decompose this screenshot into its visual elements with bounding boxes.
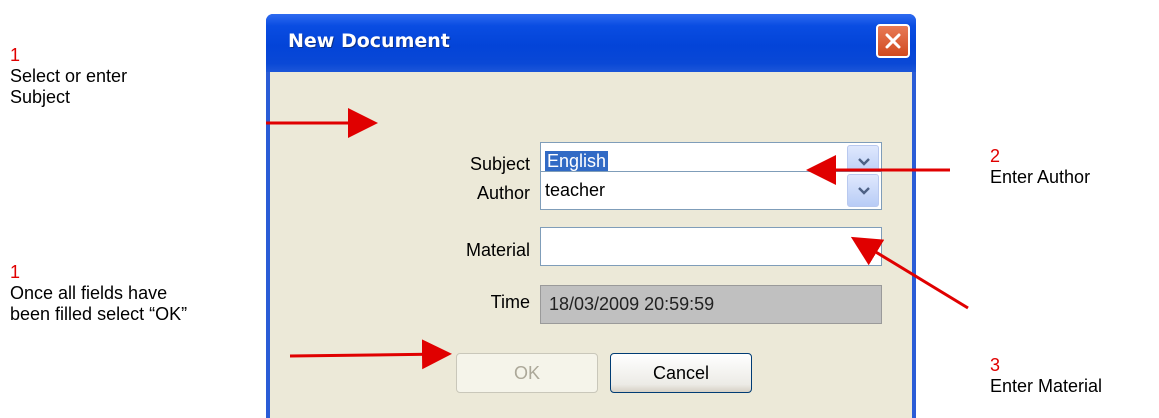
annotation-material: 3 Enter Material [990, 355, 1102, 397]
annotation-text-line: Once all fields have [10, 283, 168, 303]
author-dropdown-button[interactable] [847, 174, 879, 207]
annotation-number: 2 [990, 146, 1001, 166]
chevron-down-icon [858, 187, 870, 195]
new-document-dialog: New Document Subject English Author teac… [266, 14, 916, 418]
annotation-number: 3 [990, 355, 1001, 375]
subject-label: Subject [469, 154, 530, 174]
material-label: Material [465, 240, 530, 260]
close-icon [885, 33, 901, 49]
ok-button[interactable]: OK [456, 353, 598, 393]
annotation-text-line: Enter Author [990, 167, 1091, 187]
annotation-text-line: Enter Material [990, 376, 1103, 396]
author-combobox[interactable]: teacher [540, 171, 882, 210]
time-label: Time [490, 292, 530, 312]
time-value: 18/03/2009 20:59:59 [549, 294, 715, 314]
annotation-ok: 1 Once all fields have been filled selec… [10, 262, 187, 325]
annotation-number: 1 [10, 45, 21, 65]
author-value: teacher [545, 180, 606, 200]
time-field: 18/03/2009 20:59:59 [540, 285, 882, 324]
close-button[interactable] [876, 24, 910, 58]
author-label: Author [476, 183, 530, 203]
annotation-text-line: Subject [10, 87, 71, 107]
annotation-text-line: been filled select “OK” [10, 304, 188, 324]
annotation-text-line: Select or enter [10, 66, 128, 86]
chevron-down-icon [858, 158, 870, 166]
annotation-subject: 1 Select or enter Subject [10, 45, 127, 108]
cancel-button[interactable]: Cancel [610, 353, 752, 393]
subject-value: English [545, 151, 609, 172]
dialog-body: Subject English Author teacher Material [270, 72, 912, 418]
material-input[interactable] [540, 227, 882, 266]
dialog-title: New Document [288, 30, 450, 52]
annotation-author: 2 Enter Author [990, 146, 1090, 188]
annotation-number: 1 [10, 262, 21, 282]
dialog-titlebar[interactable]: New Document [266, 14, 916, 72]
